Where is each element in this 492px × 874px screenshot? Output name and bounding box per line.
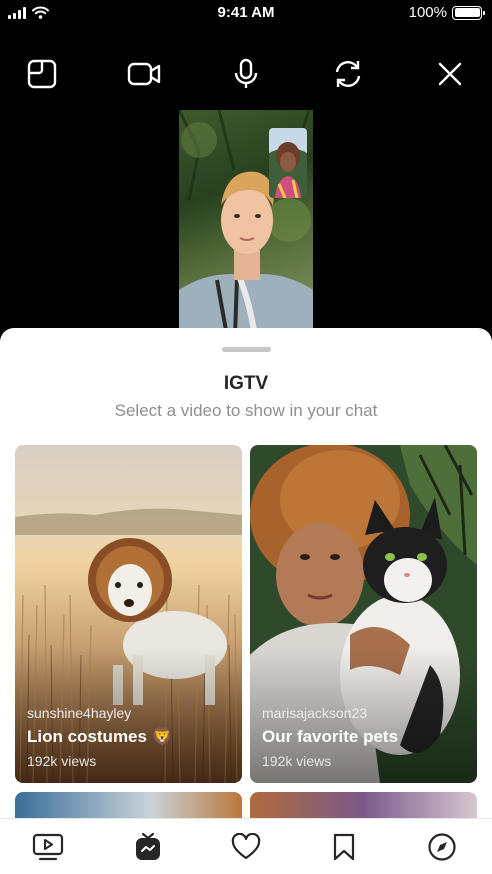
sheet-title: IGTV: [223, 373, 269, 394]
microphone-icon: [234, 58, 258, 88]
tab-igtv-app[interactable]: [126, 827, 170, 867]
close-button[interactable]: [428, 52, 472, 96]
video-username: marisajackson23: [262, 705, 368, 721]
video-camera-icon: [127, 62, 161, 86]
status-bar: 9:41 AM 100%: [0, 0, 492, 26]
flip-camera-button[interactable]: [326, 52, 370, 96]
battery-percent: 100%: [408, 4, 447, 21]
media-layout-button[interactable]: [20, 52, 64, 96]
heart-icon: [231, 833, 261, 860]
sheet-subtitle: Select a video to show in your chat: [114, 401, 378, 420]
video-title: Our favorite pets: [262, 727, 399, 746]
video-thumbnail: [250, 792, 477, 818]
sheet-grabber[interactable]: [222, 347, 271, 352]
video-title: Lion costumes 🦁: [27, 727, 232, 747]
igtv-app-icon: [136, 832, 160, 860]
video-card-peek[interactable]: [250, 792, 477, 818]
video-views: 192k views: [262, 753, 332, 769]
close-icon: [438, 62, 462, 86]
bottom-tab-bar: [0, 818, 492, 874]
bookmark-icon: [333, 833, 355, 861]
flip-camera-icon: [335, 61, 361, 87]
tab-saved[interactable]: [322, 827, 366, 867]
self-view-video: [269, 128, 307, 198]
video-title-text: Lion costumes: [27, 727, 147, 746]
tab-igtv[interactable]: [26, 827, 70, 867]
video-card-peek[interactable]: [15, 792, 242, 818]
video-card-favorite-pets[interactable]: marisajackson23 Our favorite pets 192k v…: [250, 445, 477, 783]
video-thumbnail: [15, 792, 242, 818]
tab-activity[interactable]: [224, 827, 268, 867]
explore-compass-icon: [428, 833, 456, 861]
self-view-pip[interactable]: [269, 128, 307, 198]
battery-icon: [452, 5, 485, 20]
igtv-picker-sheet: IGTV Select a video to show in your chat: [0, 328, 492, 818]
lion-emoji: 🦁: [151, 727, 173, 746]
video-views: 192k views: [27, 753, 97, 769]
video-card-lion-costumes[interactable]: sunshine4hayley Lion costumes 🦁 192k vie…: [15, 445, 242, 783]
tab-explore[interactable]: [420, 827, 464, 867]
igtv-icon: [32, 833, 64, 861]
call-video-preview[interactable]: [179, 110, 313, 336]
video-toggle-button[interactable]: [122, 52, 166, 96]
video-username: sunshine4hayley: [27, 705, 132, 721]
microphone-button[interactable]: [224, 52, 268, 96]
media-layout-icon: [27, 59, 57, 89]
call-toolbar: [0, 52, 492, 96]
